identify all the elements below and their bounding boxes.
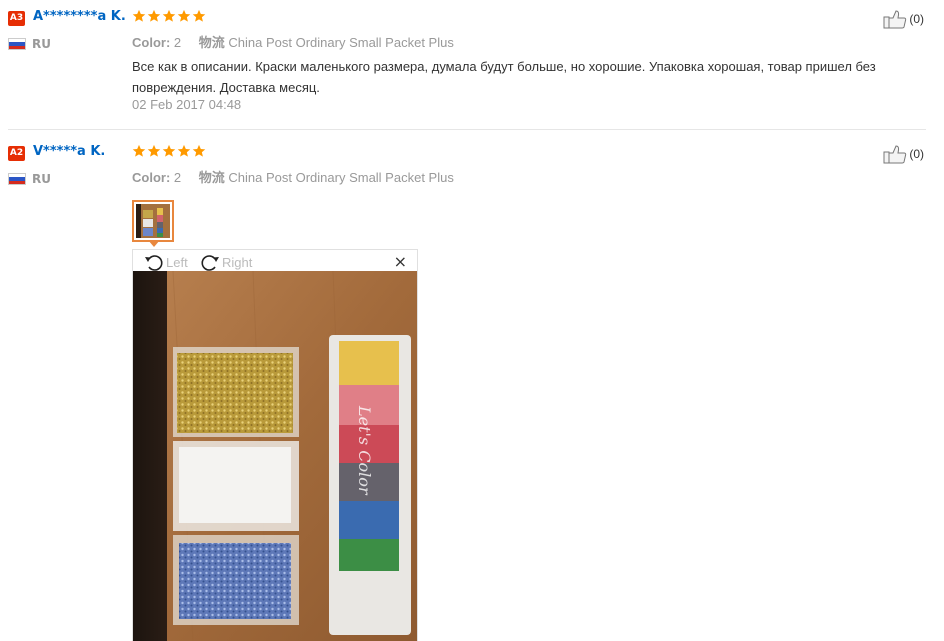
- order-attributes: Color: 2 物流 China Post Ordinary Small Pa…: [132, 32, 454, 51]
- review-photo-image: Let's Color: [133, 271, 417, 641]
- star-icon: [147, 144, 161, 157]
- review-text: Все как в описании. Краски маленького ра…: [132, 59, 876, 95]
- rotate-right-label: Right: [222, 254, 253, 270]
- star-icon: [177, 9, 191, 22]
- star-icon: [147, 9, 161, 22]
- review-photo-thumbnail[interactable]: [132, 200, 174, 242]
- helpful-count: (0): [909, 12, 924, 26]
- shipping-value: China Post Ordinary Small Packet Plus: [228, 170, 454, 185]
- review-date: 02 Feb 2017 04:48: [132, 97, 242, 112]
- buyer-level-badge: A2: [8, 146, 25, 161]
- color-value: 2: [173, 35, 182, 50]
- image-viewer-toolbar: Left Right ×: [133, 250, 417, 272]
- buyer-level-badge: A3: [8, 11, 25, 26]
- star-rating: [132, 144, 206, 158]
- review-item: A2 V*****a K. RU Color: 2 物流 China Post …: [0, 130, 944, 641]
- reviewer-name[interactable]: A********a K.: [33, 9, 126, 24]
- color-label: Color:: [132, 170, 171, 185]
- rotate-left-label: Left: [166, 254, 188, 270]
- reviewer-country: RU: [32, 37, 51, 51]
- helpful-count: (0): [909, 147, 924, 161]
- shipping-label: 物流: [198, 170, 225, 185]
- image-viewer: Left Right × Let's Color: [132, 249, 418, 641]
- star-icon: [192, 144, 206, 157]
- thumbs-up-icon: [883, 145, 907, 164]
- rotate-left-icon: [145, 255, 163, 271]
- color-value: 2: [173, 170, 182, 185]
- thumbnail-pointer: [148, 240, 160, 247]
- reviewer-country: RU: [32, 172, 51, 186]
- star-rating: [132, 9, 206, 23]
- photo-thumbnail-image: [136, 204, 170, 238]
- helpful-button[interactable]: (0): [883, 144, 924, 164]
- russia-flag-icon: [8, 38, 26, 50]
- russia-flag-icon: [8, 173, 26, 185]
- star-icon: [132, 144, 146, 157]
- reviewer-name[interactable]: V*****a K.: [33, 144, 105, 159]
- thumbs-up-icon: [883, 10, 907, 29]
- photo-package-text: Let's Color: [355, 405, 374, 496]
- star-icon: [162, 144, 176, 157]
- rotate-left-button[interactable]: Left: [143, 252, 188, 272]
- close-icon[interactable]: ×: [394, 252, 407, 271]
- shipping-label: 物流: [198, 35, 225, 50]
- rotate-right-icon: [201, 255, 219, 271]
- review-photo: Let's Color: [133, 271, 417, 641]
- color-label: Color:: [132, 35, 171, 50]
- star-icon: [162, 9, 176, 22]
- star-icon: [132, 9, 146, 22]
- star-icon: [192, 9, 206, 22]
- order-attributes: Color: 2 物流 China Post Ordinary Small Pa…: [132, 167, 454, 186]
- review-item: A3 A********a K. RU Color: 2 物流 China Po…: [0, 0, 944, 130]
- shipping-value: China Post Ordinary Small Packet Plus: [228, 35, 454, 50]
- star-icon: [177, 144, 191, 157]
- helpful-button[interactable]: (0): [883, 9, 924, 29]
- rotate-right-button[interactable]: Right: [199, 252, 252, 272]
